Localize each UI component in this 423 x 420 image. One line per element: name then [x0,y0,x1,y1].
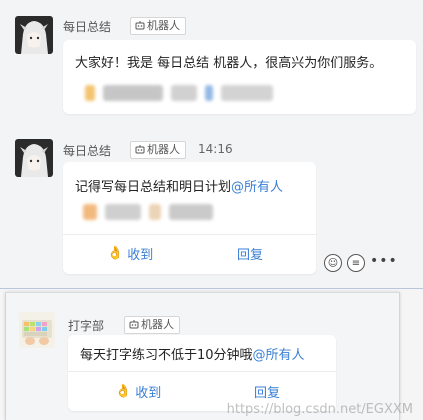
acknowledge-button[interactable]: 👌 收到 [115,382,161,401]
action-divider [63,234,316,235]
chat-window-bottom: 打字部 机器人 每天打字练习不低于10分钟哦@所有人 👌 收到 回复 [5,292,400,420]
sender-name: 每日总结 [63,20,112,34]
more-icon[interactable]: ••• [370,253,398,269]
message-text: 每天打字练习不低于10分钟哦@所有人 [80,344,305,363]
emoji-icon[interactable]: ☺ [324,254,342,272]
reply-button[interactable]: 回复 [254,382,280,401]
robot-icon [135,145,145,154]
robot-badge-label: 机器人 [147,19,180,32]
acknowledge-button[interactable]: 👌 收到 [107,244,153,263]
message-time: 14:16 [198,142,233,156]
hand-icon: 👌 [107,246,124,261]
mention-all-link[interactable]: @所有人 [253,348,305,363]
reply-button[interactable]: 回复 [237,244,263,263]
message-bubble[interactable]: 每天打字练习不低于10分钟哦@所有人 👌 收到 回复 [68,335,336,411]
message-bubble[interactable]: 记得写每日总结和明日计划@所有人 👌 收到 回复 [63,162,316,274]
message-body: 每天打字练习不低于10分钟哦 [80,348,253,363]
acknowledge-label: 收到 [127,248,154,263]
robot-icon [135,21,145,30]
avatar-typing-club[interactable] [19,312,55,348]
message-text: 大家好！我是 每日总结 机器人，很高兴为你们服务。 [75,56,383,71]
robot-icon [129,320,139,329]
chat-window-top: 每日总结 机器人 大家好！我是 每日总结 机器人，很高兴为你们服务。 每日总结 … [0,0,423,289]
message-bubble[interactable]: 大家好！我是 每日总结 机器人，很高兴为你们服务。 [63,40,416,114]
reply-label: 回复 [237,248,264,263]
avatar-daily-summary[interactable] [15,16,53,54]
acknowledge-label: 收到 [135,386,162,401]
robot-badge: 机器人 [124,316,180,334]
comment-icon[interactable]: ≡ [347,254,365,272]
sender-name: 打字部 [68,319,105,333]
robot-badge-label: 机器人 [141,318,174,331]
message-body: 记得写每日总结和明日计划 [75,180,232,195]
blurred-content [83,204,213,220]
robot-badge: 机器人 [130,141,186,159]
robot-badge-label: 机器人 [147,143,180,156]
action-divider [68,371,336,372]
hand-icon: 👌 [115,384,132,399]
avatar-daily-summary[interactable] [15,139,53,177]
blurred-content [85,85,273,101]
sender-name: 每日总结 [63,144,112,158]
mention-all-link[interactable]: @所有人 [231,180,283,195]
reply-label: 回复 [254,386,281,401]
message-text: 记得写每日总结和明日计划@所有人 [75,176,283,195]
robot-badge: 机器人 [130,17,186,35]
watermark: https://blog.csdn.net/EGXXM [226,402,413,417]
